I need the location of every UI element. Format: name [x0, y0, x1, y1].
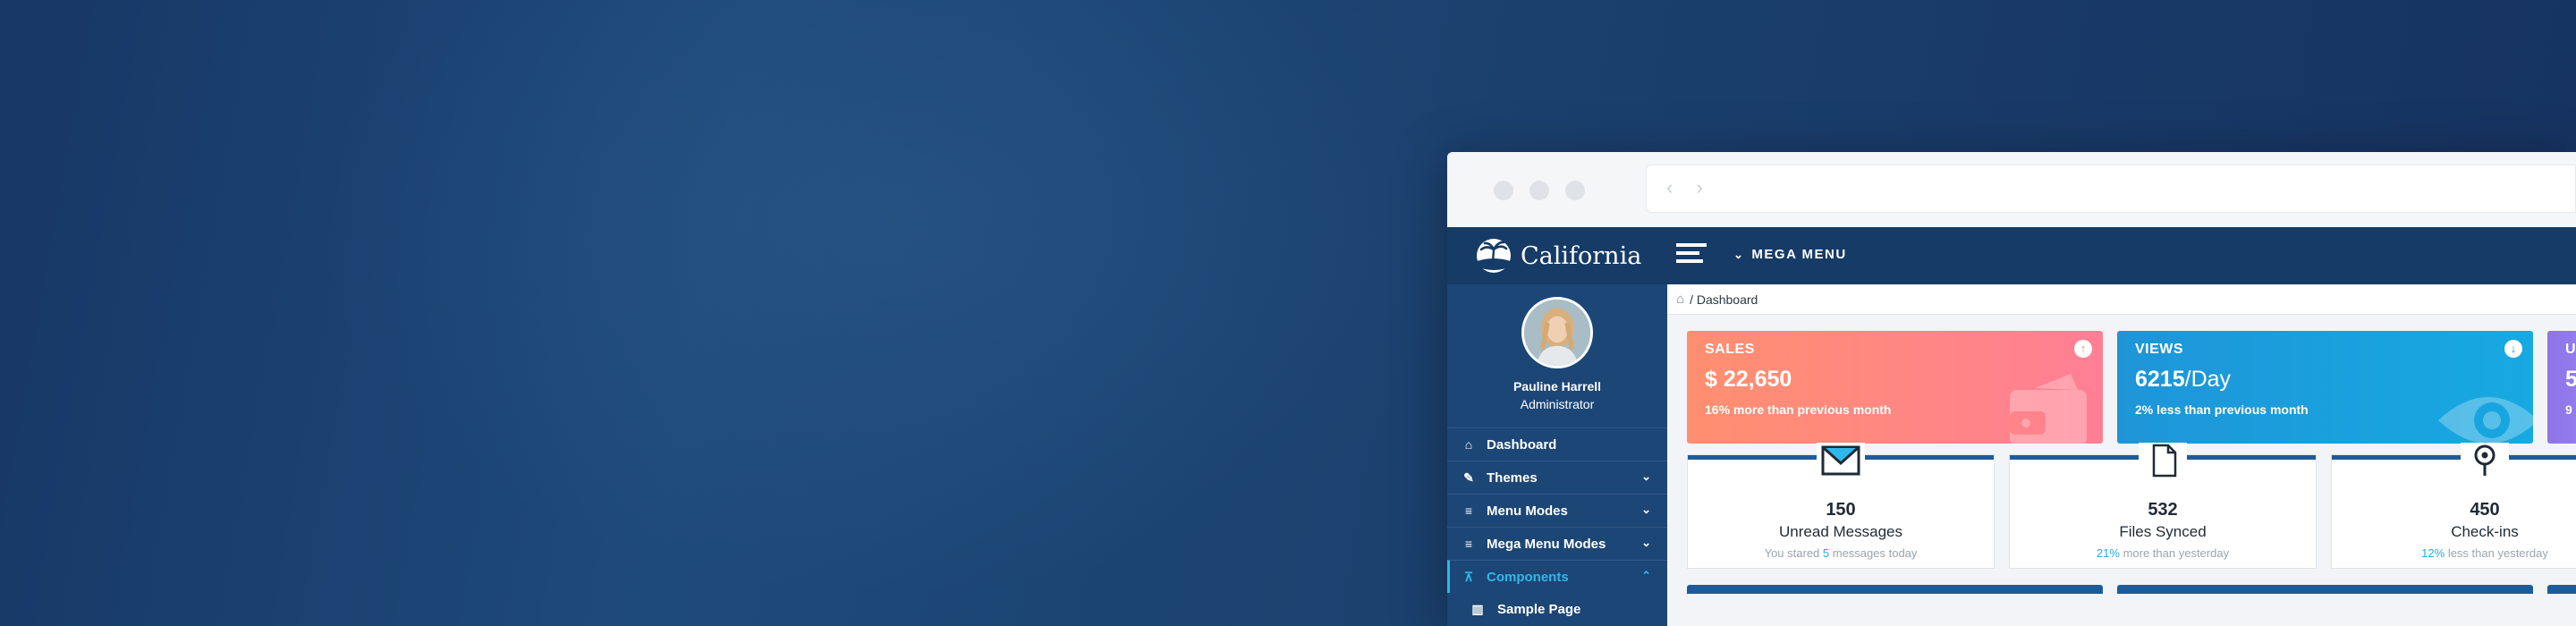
window-close-dot[interactable]: [1494, 181, 1513, 200]
window-maximize-dot[interactable]: [1565, 181, 1585, 200]
sidebar-item-label: Mega Menu Modes: [1487, 536, 1606, 552]
stat-bar: [2332, 455, 2576, 460]
main-content: ⌂ / Dashboard SALES ↑ $ 22,650 16% more …: [1667, 284, 2576, 626]
sidebar: Pauline Harrell Administrator ⌂ Dashboar…: [1447, 284, 1667, 626]
brand[interactable]: California: [1474, 238, 1641, 274]
panel-header: [2547, 585, 2576, 594]
user-role: Administrator: [1520, 397, 1595, 411]
stat-number: 450: [2470, 500, 2500, 520]
sidebar-item-sample-page[interactable]: ▥ Sample Page: [1447, 593, 1667, 626]
card-title: VIEWS: [2135, 342, 2184, 357]
stat-note: You stared 5 messages today: [1764, 546, 1918, 560]
stat-note: 21% more than yesterday: [2096, 546, 2230, 560]
address-bar[interactable]: ‹ ›: [1646, 165, 2576, 213]
sales-card[interactable]: SALES ↑ $ 22,650 16% more than previous …: [1687, 331, 2103, 444]
sidebar-item-dashboard[interactable]: ⌂ Dashboard: [1447, 427, 1667, 461]
stat-number: 532: [2148, 500, 2178, 520]
sidebar-item-mega-menu-modes[interactable]: ≡ Mega Menu Modes ⌄: [1447, 527, 1667, 560]
sitemap-icon: ⊼: [1463, 570, 1474, 584]
stat-card-check-ins[interactable]: 450 Check-ins 12% less than yesterday: [2331, 443, 2576, 569]
card-subtitle: 9: [2565, 402, 2572, 417]
top-navbar: California ⌄ MEGA MENU: [1447, 227, 2576, 284]
palm-island-icon: [1477, 239, 1511, 273]
back-forward-icons[interactable]: ‹ ›: [1666, 176, 1712, 199]
avatar-photo: [1524, 300, 1590, 366]
brand-name: California: [1521, 241, 1642, 270]
users-card[interactable]: U 5 9: [2547, 331, 2576, 444]
background-glow: [268, 0, 1521, 626]
wallet-icon: [2010, 374, 2087, 444]
card-value: 6215/Day: [2135, 367, 2232, 392]
map-pin-icon: [2461, 443, 2509, 478]
mega-menu-button[interactable]: ⌄ MEGA MENU: [1733, 247, 1847, 262]
arrow-up-circle-icon[interactable]: ↑: [2074, 340, 2092, 358]
arrow-down-circle-icon[interactable]: ↓: [2504, 340, 2522, 358]
stat-number: 150: [1826, 500, 1856, 520]
chevron-down-icon: ⌄: [1641, 470, 1651, 483]
home-icon: ⌂: [1464, 437, 1473, 452]
user-profile: Pauline Harrell Administrator: [1447, 284, 1667, 419]
card-subtitle: 16% more than previous month: [1705, 402, 1892, 417]
chevron-up-icon: ⌃: [1641, 569, 1651, 582]
stat-label: Unread Messages: [1779, 523, 1902, 540]
sidebar-item-components[interactable]: ⊼ Components ⌃: [1447, 560, 1667, 593]
views-card[interactable]: VIEWS ↓ 6215/Day 2% less than previous m…: [2117, 331, 2533, 444]
card-value: $ 22,650: [1705, 367, 1792, 392]
breadcrumb-text: / Dashboard: [1690, 292, 1758, 307]
user-name: Pauline Harrell: [1513, 379, 1602, 393]
dashboard-app: California ⌄ MEGA MENU Pauline Harrell A…: [1447, 227, 2576, 626]
hamburger-icon[interactable]: [1676, 243, 1707, 268]
card-subtitle: 2% less than previous month: [2135, 402, 2309, 417]
mega-menu-label: MEGA MENU: [1751, 247, 1847, 262]
sidebar-item-label: Sample Page: [1497, 602, 1581, 617]
chevron-down-icon: ⌄: [1641, 503, 1651, 516]
envelope-icon: [1817, 443, 1865, 478]
browser-window: ‹ › California ⌄ MEGA MENU Pauline Harre…: [1447, 152, 2576, 626]
card-title: U: [2565, 342, 2576, 357]
chevron-down-icon: ⌄: [1641, 536, 1651, 549]
avatar[interactable]: [1521, 297, 1593, 368]
sidebar-item-themes[interactable]: ✎ Themes ⌄: [1447, 461, 1667, 494]
stat-card-unread-messages[interactable]: 150 Unread Messages You stared 5 message…: [1687, 443, 1995, 569]
sidebar-menu: ⌂ Dashboard ✎ Themes ⌄ ≡ Menu Modes ⌄ ≡ …: [1447, 427, 1667, 626]
eye-icon: [2438, 397, 2533, 444]
menu-icon: ≡: [1464, 503, 1473, 518]
home-icon[interactable]: ⌂: [1676, 292, 1684, 307]
columns-icon: ▥: [1471, 602, 1484, 616]
sidebar-item-label: Themes: [1487, 470, 1538, 486]
stat-note: 12% less than yesterday: [2421, 546, 2548, 560]
sidebar-item-label: Menu Modes: [1487, 503, 1568, 519]
panel-header: [1687, 585, 2103, 594]
menu-icon: ≡: [1464, 537, 1473, 551]
browser-chrome: ‹ ›: [1447, 152, 2576, 227]
breadcrumb: ⌂ / Dashboard: [1667, 284, 2576, 315]
chevron-down-icon: ⌄: [1733, 247, 1745, 261]
stat-label: Files Synced: [2119, 523, 2207, 540]
window-minimize-dot[interactable]: [1530, 181, 1549, 200]
file-icon: [2139, 443, 2187, 478]
sidebar-item-label: Components: [1487, 569, 1569, 585]
stat-card-files-synced[interactable]: 532 Files Synced 21% more than yesterday: [2009, 443, 2317, 569]
sidebar-item-label: Dashboard: [1487, 436, 1557, 453]
sidebar-item-menu-modes[interactable]: ≡ Menu Modes ⌄: [1447, 494, 1667, 527]
brush-icon: ✎: [1463, 470, 1474, 485]
stat-label: Check-ins: [2451, 523, 2519, 540]
panel-header: [2117, 585, 2533, 594]
card-value: 5: [2565, 367, 2576, 392]
card-title: SALES: [1705, 342, 1755, 357]
